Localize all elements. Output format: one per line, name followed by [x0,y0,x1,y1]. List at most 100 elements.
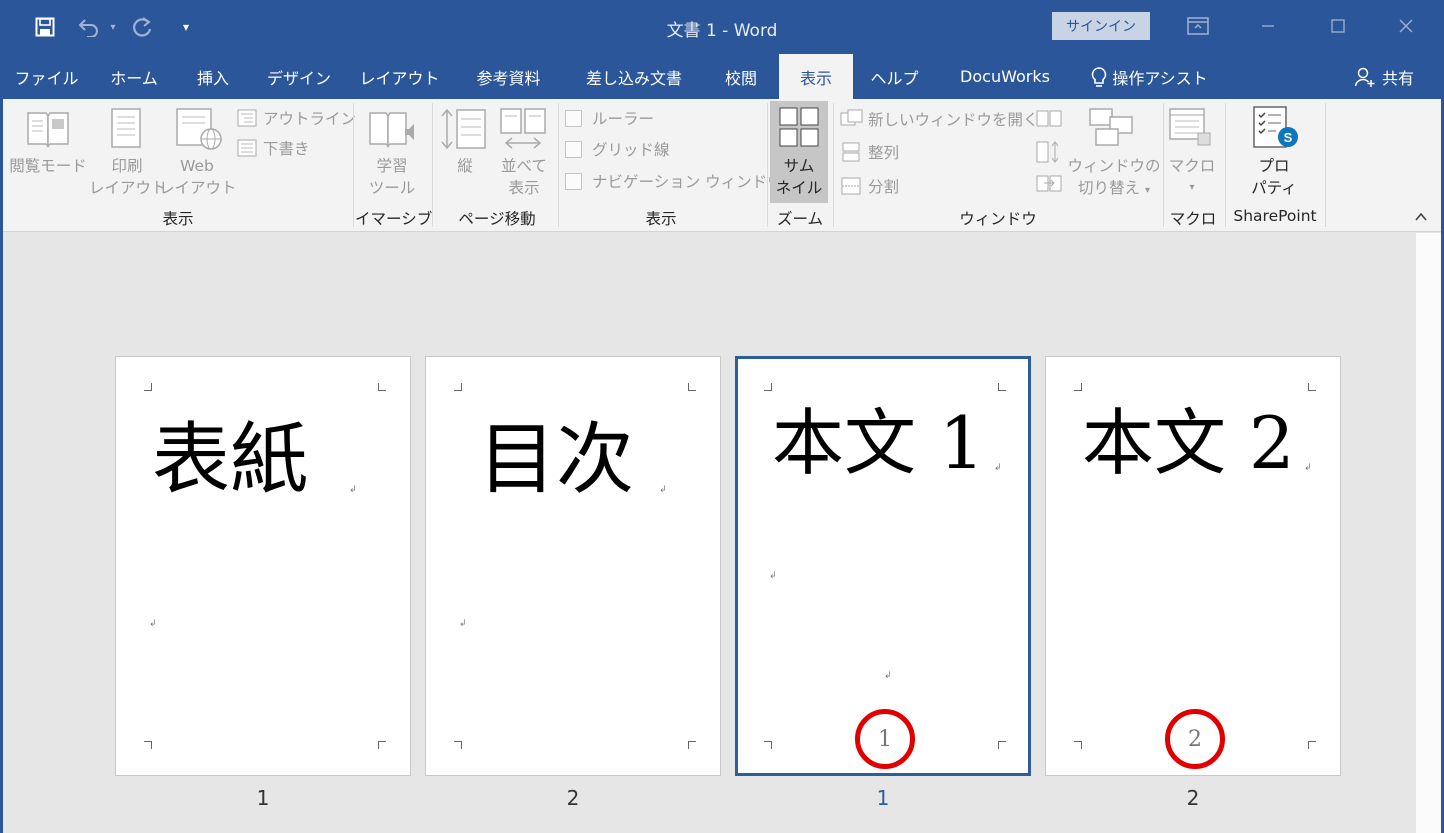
ruler-checkbox[interactable]: ルーラー [565,106,654,130]
tab-references[interactable]: 参考資料 [452,54,565,99]
properties-button[interactable]: プロ パティ [1233,155,1315,199]
group-separator [1325,103,1326,227]
thumbnails-label-2: ネイル [775,179,823,197]
print-layout-button[interactable]: 印刷 レイアウト [89,155,167,199]
customize-toolbar-icon[interactable]: ▾ [174,12,198,42]
close-icon[interactable] [1386,10,1426,42]
navigation-checkbox-box[interactable] [565,172,582,190]
thumbnail-page-3[interactable]: 本文 1 ↲ ↲ ↲ 1 [735,356,1031,776]
group-label-views: 表示 [162,210,194,228]
new-window-button[interactable]: 新しいウィンドウを開く [840,107,1039,131]
repeat-icon[interactable] [126,12,158,42]
tab-help[interactable]: ヘルプ [853,54,936,99]
tab-view[interactable]: 表示 [779,54,853,99]
thumbnails-label: サム ネイル [770,155,828,199]
split-button[interactable]: 分割 [840,174,899,198]
thumbnail-page-1[interactable]: 表紙 ↲ ↲ [115,356,411,776]
navigation-pane-checkbox[interactable]: ナビゲーション ウィンドウ [565,169,783,193]
thumbnails-button[interactable]: サム ネイル [770,101,828,203]
learning-tools-button[interactable]: 学習 ツール [355,155,429,199]
vertical-scrollbar[interactable] [1416,233,1441,833]
split-label: 分割 [868,178,900,196]
minimize-icon[interactable] [1248,10,1288,42]
undo-icon[interactable] [72,12,106,42]
view-side-by-side-icon[interactable] [1036,109,1062,129]
reset-window-position-icon[interactable] [1036,174,1062,194]
group-separator [767,103,768,227]
thumbnail-page-label: 1 [256,786,270,810]
tell-me-assist[interactable]: 操作アシスト [1084,54,1214,99]
gridlines-checkbox[interactable]: グリッド線 [565,137,670,161]
arrange-all-button[interactable]: 整列 [840,140,899,164]
switch-windows-label-2-text: 切り替え [1078,179,1141,197]
undo-dropdown-icon[interactable]: ▾ [106,12,120,42]
switch-windows-button[interactable]: ウィンドウの 切り替え ▾ [1067,155,1161,202]
crop-mark [764,383,772,391]
thumbnail-page-2[interactable]: 目次 ↲ ↲ [425,356,721,776]
vertical-icon [441,108,486,150]
highlight-circle [855,709,915,769]
properties-label-1: プロ [1258,157,1290,175]
thumbnail-page-4[interactable]: 本文 2 ↲ 2 [1045,356,1341,776]
signin-button[interactable]: サインイン [1052,12,1150,40]
macros-button[interactable]: マクロ ▾ [1163,155,1221,199]
maximize-icon[interactable] [1318,10,1358,42]
paragraph-mark: ↲ [994,463,1002,473]
ruler-label: ルーラー [592,110,655,128]
chevron-down-icon: ▾ [1144,185,1150,196]
thumbnails-icon [779,107,819,147]
synchronous-scrolling-icon[interactable] [1036,140,1062,164]
paragraph-mark: ↲ [769,571,777,581]
outline-button[interactable]: アウトライン [237,106,356,130]
collapse-ribbon-icon[interactable] [1414,211,1428,223]
web-layout-button[interactable]: Web レイアウト [159,155,237,199]
gridlines-checkbox-box[interactable] [565,140,582,158]
read-mode-icon [27,112,69,148]
properties-icon: S [1253,106,1298,148]
side-to-side-button[interactable]: 並べて 表示 [489,155,559,199]
new-window-icon [840,109,863,126]
switch-windows-icon [1089,108,1133,146]
vertical-button[interactable]: 縦 [437,155,493,177]
save-icon[interactable] [30,12,60,42]
navigation-label: ナビゲーション ウィンドウ [592,173,783,191]
draft-label: 下書き [263,140,310,158]
print-layout-icon [111,108,141,148]
paragraph-mark: ↲ [1304,463,1312,473]
learning-tools-label-2: ツール [368,179,416,197]
group-label-zoom: ズーム [776,210,824,228]
tab-design[interactable]: デザイン [251,54,347,99]
read-mode-button[interactable]: 閲覧モード [5,155,91,177]
tab-layout[interactable]: レイアウト [347,54,452,99]
web-layout-icon [176,108,222,150]
learning-tools-label-1: 学習 [376,157,408,175]
tab-docuworks[interactable]: DocuWorks [936,54,1074,99]
crop-mark [764,741,772,749]
paragraph-mark: ↲ [149,619,157,629]
tab-insert[interactable]: 挿入 [175,54,251,99]
share-button[interactable]: 共有 [1344,54,1424,99]
tab-review[interactable]: 校閲 [703,54,779,99]
crop-mark [688,383,696,391]
paragraph-mark: ↲ [884,671,892,681]
group-label-macros: マクロ [1169,210,1217,228]
ribbon-view: 閲覧モード 印刷 レイアウト Web レイアウト アウトライン 下書き 表示 学… [3,99,1441,232]
crop-mark [1308,383,1316,391]
tab-home[interactable]: ホーム [93,54,175,99]
crop-mark [454,741,462,749]
tab-file[interactable]: ファイル [0,54,93,99]
draft-button[interactable]: 下書き [237,136,310,160]
page-heading: 表紙 [152,415,309,505]
arrange-all-icon [842,142,860,162]
group-separator [558,103,559,227]
thumbnails-label-1: サム [783,157,815,175]
split-icon [841,177,861,195]
crop-mark [378,741,386,749]
ruler-checkbox-box[interactable] [565,109,582,127]
group-label-show: 表示 [645,210,677,228]
ribbon-display-options-icon[interactable] [1178,10,1218,42]
share-label: 共有 [1381,68,1414,88]
ribbon-tab-bar: ファイル ホーム 挿入 デザイン レイアウト 参考資料 差し込み文書 校閲 表示… [0,54,1444,99]
tab-mailings[interactable]: 差し込み文書 [565,54,703,99]
page-heading: 本文 1 [772,401,985,485]
